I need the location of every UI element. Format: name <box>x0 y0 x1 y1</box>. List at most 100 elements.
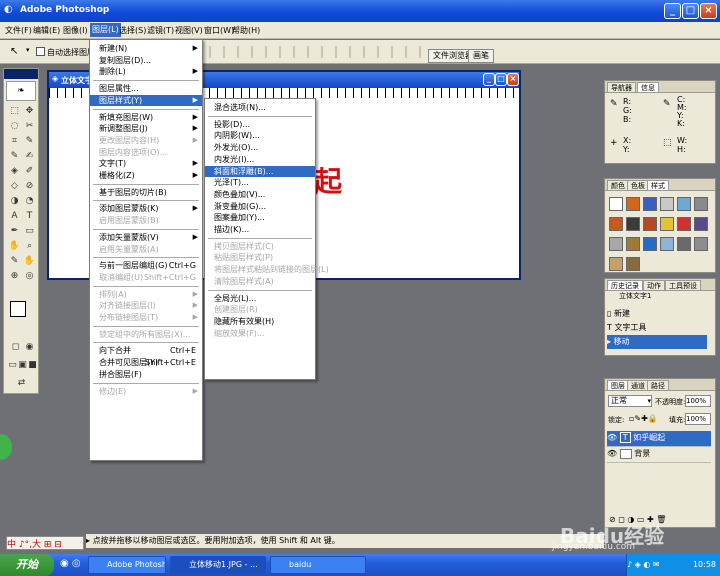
magic-wand-tool-icon[interactable]: ✂ <box>23 120 36 132</box>
layer-menu-item[interactable]: 新建(N) ▶ <box>90 43 202 54</box>
tab-brushes[interactable]: 画笔 <box>468 49 494 63</box>
layer-style-menu-item[interactable]: 渐变叠加(G)... <box>205 201 315 212</box>
layer-menu-item[interactable]: 拼合图层(F) <box>90 369 202 380</box>
layer-menu-item[interactable]: 新填充图层(W) ▶ <box>90 112 202 123</box>
menu-edit[interactable]: 编辑(E) <box>33 25 60 36</box>
style-swatch[interactable] <box>609 197 623 211</box>
history-item-type[interactable]: T 文字工具 <box>607 321 707 335</box>
layer-style-menu-item[interactable]: 光泽(T)... <box>205 177 315 188</box>
eraser-tool-icon[interactable]: ◇ <box>8 180 21 192</box>
menu-file[interactable]: 文件(F) <box>5 25 32 36</box>
chevron-down-icon[interactable]: ▾ <box>26 46 30 54</box>
tab-history[interactable]: 历史记录 <box>607 280 643 291</box>
history-snapshot[interactable]: 立体文字1 <box>619 291 651 301</box>
style-swatch[interactable] <box>609 217 623 231</box>
move-tool-icon[interactable]: ↖ <box>10 46 18 57</box>
style-swatch[interactable] <box>677 237 691 251</box>
start-button[interactable]: 开始 <box>0 554 54 576</box>
layer-menu-item[interactable]: 新调整图层(J) ▶ <box>90 123 202 134</box>
eye-icon[interactable]: 👁 <box>607 449 617 458</box>
slice-tool-icon[interactable]: ✎ <box>23 135 36 147</box>
layer-row-text[interactable]: 👁 T 如乎崛起 <box>607 431 711 447</box>
layer-menu-item[interactable]: 图层属性... <box>90 83 202 94</box>
layer-menu-item[interactable]: 文字(T) ▶ <box>90 158 202 169</box>
crop-tool-icon[interactable]: ⌗ <box>8 135 21 147</box>
stamp-tool-icon[interactable]: ◈ <box>8 165 21 177</box>
eye-icon[interactable]: 👁 <box>607 433 617 442</box>
style-swatch[interactable] <box>643 217 657 231</box>
layer-style-menu-item[interactable]: 内发光(I)... <box>205 154 315 165</box>
close-button[interactable]: × <box>700 3 717 19</box>
tab-tool-presets[interactable]: 工具预设 <box>665 280 701 291</box>
layer-style-menu-item[interactable]: 投影(D)... <box>205 119 315 130</box>
shape-tool-icon[interactable]: ▭ <box>23 225 36 237</box>
healing-tool-icon[interactable]: ✎ <box>8 150 21 162</box>
brush-tool-icon[interactable]: ✍ <box>23 150 36 162</box>
screen-mode-full-icon[interactable]: ■ <box>26 359 39 371</box>
blur-tool-icon[interactable]: ◑ <box>8 195 21 207</box>
blend-mode-select[interactable]: 正常 ▾ <box>608 395 652 407</box>
style-swatch[interactable] <box>626 197 640 211</box>
quicklaunch-icons[interactable]: ◉ ◎ <box>60 558 81 569</box>
style-swatch[interactable] <box>694 217 708 231</box>
fill-input[interactable]: 100% <box>685 413 711 425</box>
layer-menu-item[interactable]: 添加矢量蒙版(V) ▶ <box>90 232 202 243</box>
layer-style-menu-item[interactable]: 外发光(O)... <box>205 142 315 153</box>
tab-info[interactable]: 信息 <box>637 82 659 93</box>
style-swatch[interactable] <box>677 197 691 211</box>
lock-icons[interactable]: ▫✎✚🔒 <box>629 414 658 423</box>
move-tool-icon[interactable]: ✥ <box>23 105 36 117</box>
hand-tool-icon[interactable]: ✋ <box>23 255 36 267</box>
eyedropper-tool-icon[interactable]: ⌕ <box>23 240 36 252</box>
tab-paths[interactable]: 路径 <box>647 380 669 391</box>
style-swatch[interactable] <box>643 197 657 211</box>
task-photoshop[interactable]: Adobe Photoshop <box>88 556 166 574</box>
layer-style-menu-item[interactable]: 描边(K)... <box>205 224 315 235</box>
auto-select-checkbox[interactable] <box>36 47 45 56</box>
style-swatch[interactable] <box>694 237 708 251</box>
style-swatch[interactable] <box>660 197 674 211</box>
marquee-tool-icon[interactable]: ⬚ <box>8 105 21 117</box>
menu-select[interactable]: 选择(S) <box>119 25 146 36</box>
menu-layer[interactable]: 图层(L) <box>90 23 121 37</box>
lasso-tool-icon[interactable]: ◌ <box>8 120 21 132</box>
layer-menu-item[interactable]: 复制图层(D)... <box>90 55 202 66</box>
task-image[interactable]: 立体移动1.JPG - ... <box>170 556 266 574</box>
layer-row-background[interactable]: 👁 背景 <box>607 447 711 463</box>
layer-style-menu-item[interactable]: 内阴影(W)... <box>205 130 315 141</box>
menu-window[interactable]: 窗口(W) <box>204 25 234 36</box>
layer-menu-item[interactable]: 栅格化(Z) ▶ <box>90 170 202 181</box>
menu-help[interactable]: 帮助(H) <box>232 25 260 36</box>
style-swatch[interactable] <box>677 217 691 231</box>
notes-tool-icon[interactable]: ✋ <box>8 240 21 252</box>
doc-maximize-button[interactable]: □ <box>495 73 507 86</box>
pen-tool-icon[interactable]: ✒ <box>8 225 21 237</box>
standard-mode-icon[interactable]: ◻ <box>9 341 22 353</box>
style-swatch[interactable] <box>626 257 640 271</box>
style-swatch[interactable] <box>626 237 640 251</box>
tab-navigator[interactable]: 导航器 <box>607 82 636 93</box>
quick-mask-icon[interactable]: ◉ <box>23 341 36 353</box>
tab-layers[interactable]: 图层 <box>607 380 629 391</box>
tab-color[interactable]: 颜色 <box>607 180 629 191</box>
foreground-color-swatch[interactable] <box>10 301 26 317</box>
menu-image[interactable]: 图像(I) <box>63 25 88 36</box>
path-select-tool-icon[interactable]: A <box>8 210 21 222</box>
history-item-new[interactable]: ▯ 新建 <box>607 307 707 321</box>
ime-bar[interactable]: 中 ♪°,大 ⊞ ⊟ <box>6 536 84 550</box>
zoom-alt-tool-icon[interactable]: ◎ <box>23 270 36 282</box>
layer-style-menu-item[interactable]: 隐藏所有效果(H) <box>205 316 315 327</box>
doc-minimize-button[interactable]: _ <box>483 73 495 86</box>
menu-view[interactable]: 视图(V) <box>175 25 203 36</box>
layer-menu-item[interactable]: 基于图层的切片(B) <box>90 187 202 198</box>
imageready-icon[interactable]: ⇄ <box>15 377 28 389</box>
style-swatch[interactable] <box>660 237 674 251</box>
doc-close-button[interactable]: × <box>507 73 519 86</box>
gradient-tool-icon[interactable]: ⊘ <box>23 180 36 192</box>
side-widget[interactable] <box>0 434 12 460</box>
history-brush-tool-icon[interactable]: ✐ <box>23 165 36 177</box>
layer-style-menu-item[interactable]: 全局光(L)... <box>205 293 315 304</box>
layer-menu-item[interactable]: 合并可见图层(Y) Shift+Ctrl+E <box>90 357 202 368</box>
menu-filter[interactable]: 滤镜(T) <box>147 25 174 36</box>
layer-menu-item[interactable]: 图层样式(Y) ▶ <box>90 94 202 106</box>
